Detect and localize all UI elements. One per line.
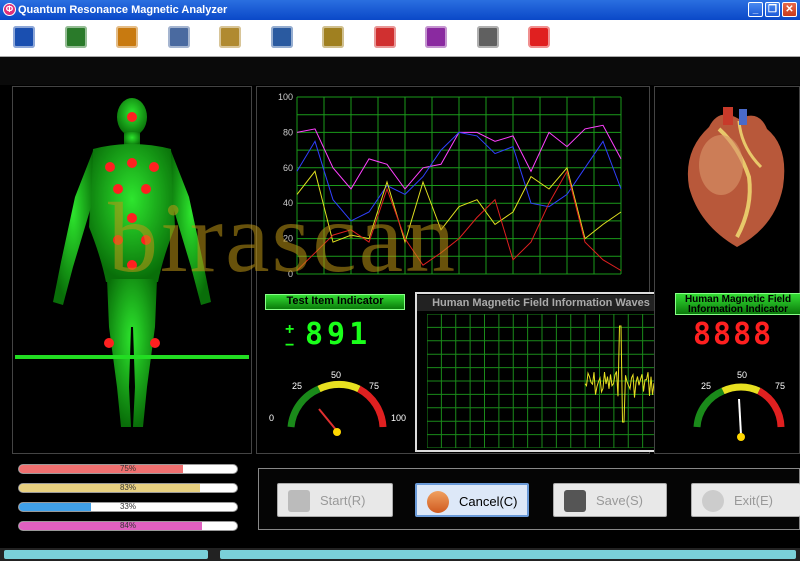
y-tick-label: 80 [283, 127, 293, 137]
help-tool-button[interactable] [422, 23, 450, 51]
waves-panel: Human Magnetic Field Information Waves [415, 292, 667, 452]
restore-button[interactable]: ❐ [765, 2, 780, 17]
y-tick-label: 60 [283, 163, 293, 173]
organ-panel: Human Magnetic Field Information Indicat… [654, 86, 800, 454]
title-bar: Φ Quantum Resonance Magnetic Analyzer _ … [0, 0, 800, 20]
cancel-icon [427, 491, 449, 513]
save-button[interactable]: Save(S) [553, 483, 667, 517]
toolbar-separator [0, 57, 800, 85]
exit-button[interactable]: Exit(E) [691, 483, 800, 517]
save-icon [564, 490, 586, 512]
cancel-label: Cancel(C) [459, 494, 518, 509]
settings-icon [373, 26, 396, 48]
minus-indicator: − [285, 337, 295, 354]
home-tool-button[interactable] [10, 23, 38, 51]
heart-image [687, 107, 785, 247]
y-tick-label: 20 [283, 234, 293, 244]
settings-tool-button[interactable] [371, 23, 399, 51]
close-button[interactable]: ✕ [782, 2, 797, 17]
start-label: Start(R) [320, 493, 366, 508]
export-icon [322, 26, 344, 48]
test-item-gauge [287, 380, 387, 436]
body-scan-panel [12, 86, 252, 454]
start-button[interactable]: Start(R) [277, 483, 393, 517]
edit-icon [219, 26, 241, 48]
status-segment-right [220, 550, 796, 559]
start-icon [288, 490, 310, 512]
save-label: Save(S) [596, 493, 643, 508]
cancel-button[interactable]: Cancel(C) [415, 483, 529, 517]
help-icon [425, 26, 447, 48]
user-config-tool-button[interactable] [474, 23, 502, 51]
waves-chart [427, 314, 657, 448]
progress-label: 83% [119, 483, 136, 492]
gauge-right-50: 50 [737, 370, 748, 380]
toolbar [0, 20, 800, 57]
test-item-indicator-label: Test Item Indicator [265, 294, 405, 310]
progress-bar: 83% [18, 483, 238, 493]
field-indicator-label: Human Magnetic Field Information Indicat… [675, 293, 800, 315]
power-tool-button[interactable] [525, 23, 553, 51]
status-bar [0, 548, 800, 561]
save-disk-icon [270, 26, 293, 48]
home-icon [13, 26, 35, 48]
status-segment-left [4, 550, 208, 559]
users-icon [64, 26, 87, 48]
y-tick-label: 0 [288, 269, 293, 279]
test-item-value: 891 [305, 317, 372, 352]
action-button-area: Start(R) Cancel(C) Save(S) Exit(E) [258, 468, 800, 530]
export-tool-button[interactable] [319, 23, 347, 51]
progress-label: 75% [119, 464, 136, 473]
gauge-left-0: 0 [269, 413, 275, 423]
gauge-right-75: 75 [775, 381, 786, 391]
line-graph: 100 80 60 40 20 0 [278, 92, 622, 279]
hand-tool-button[interactable] [113, 23, 141, 51]
window-title: Quantum Resonance Magnetic Analyzer [18, 4, 228, 16]
hand-icon [116, 26, 138, 48]
field-indicator-label-line2: Information Indicator [688, 304, 788, 315]
app-icon: Φ [3, 3, 16, 16]
gauge-left-75: 75 [369, 381, 380, 391]
save-disk-tool-button[interactable] [268, 23, 296, 51]
waves-title: Human Magnetic Field Information Waves [417, 295, 665, 311]
progress-panel: 75% 83% 33% 84% [12, 458, 252, 540]
users-tool-button[interactable] [62, 23, 90, 51]
y-tick-label: 100 [278, 92, 293, 102]
report-tool-button[interactable] [165, 23, 193, 51]
progress-bar: 84% [18, 521, 238, 531]
edit-tool-button[interactable] [216, 23, 244, 51]
minimize-button[interactable]: _ [748, 2, 763, 17]
exit-label: Exit(E) [734, 493, 773, 508]
exit-icon [702, 490, 724, 512]
progress-label: 84% [119, 521, 136, 530]
body-figure [15, 98, 249, 427]
progress-bar: 75% [18, 464, 238, 474]
user-config-icon [476, 26, 499, 48]
gauge-left-25: 25 [292, 381, 303, 391]
field-indicator-value: 8888 [693, 317, 774, 352]
y-tick-label: 40 [283, 198, 293, 208]
gauge-left-100: 100 [391, 413, 407, 423]
progress-label: 33% [119, 502, 136, 511]
progress-bar: 33% [18, 502, 238, 512]
gauge-right-25: 25 [701, 381, 712, 391]
gauge-left-50: 50 [331, 370, 342, 380]
power-icon [528, 26, 550, 48]
report-icon [167, 26, 190, 48]
